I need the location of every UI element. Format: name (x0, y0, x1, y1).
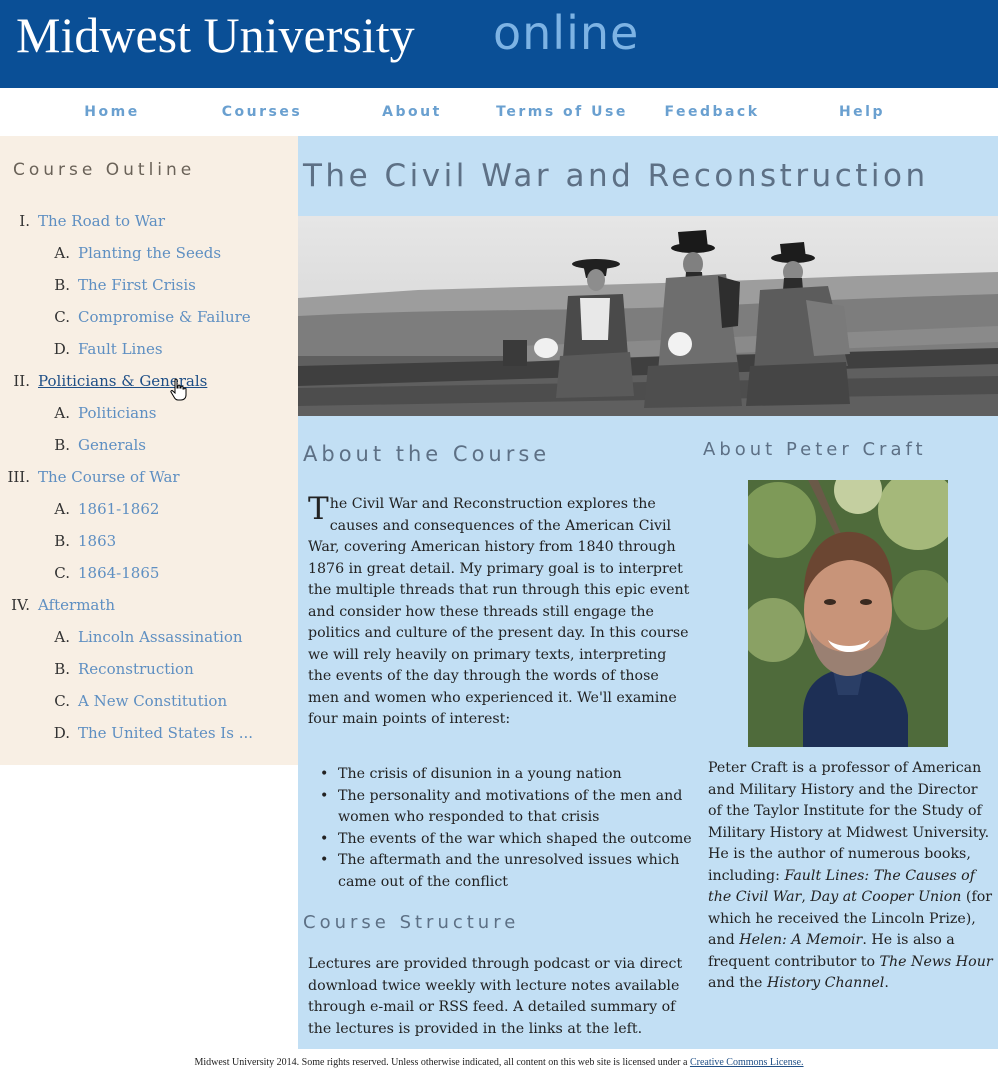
outline-item: C. Compromise & Failure (0, 308, 251, 332)
outline-link-1863[interactable]: 1863 (78, 532, 116, 550)
book-title: Helen: A Memoir (739, 932, 863, 948)
site-subtitle: online (493, 6, 640, 60)
site-header: Midwest University online (0, 0, 998, 88)
outline-link-compromise-failure[interactable]: Compromise & Failure (78, 308, 251, 326)
nav-feedback[interactable]: Feedback (637, 104, 787, 120)
course-outline-sidebar: Course Outline I. The Road to War A. Plant… (0, 136, 298, 765)
outline-letter: B. (54, 660, 70, 678)
author-portrait-photo (748, 480, 948, 747)
outline-item: D. Fault Lines (0, 340, 163, 364)
creative-commons-license-link[interactable]: Creative Commons License. (690, 1057, 804, 1068)
outline-item: B. 1863 (0, 532, 116, 556)
outline-link-politicians[interactable]: Politicians (78, 404, 156, 422)
course-structure-heading: Course Structure (303, 912, 520, 933)
nav-about[interactable]: About (337, 104, 487, 120)
outline-item: A. Lincoln Assassination (0, 628, 243, 652)
list-item: The aftermath and the unresolved issues … (320, 850, 700, 893)
course-description: The Civil War and Reconstruction explore… (308, 494, 692, 731)
main-nav: Home Courses About Terms of Use Feedback… (0, 88, 998, 136)
about-author-heading: About Peter Craft (703, 439, 927, 460)
outline-item: A. Politicians (0, 404, 156, 428)
outline-letter: A. (54, 244, 70, 262)
nav-home[interactable]: Home (37, 104, 187, 120)
course-structure-text: Lectures are provided through podcast or… (308, 956, 683, 1037)
outline-link-first-crisis[interactable]: The First Crisis (78, 276, 196, 294)
outline-letter: A. (54, 500, 70, 518)
list-item: The crisis of disunion in a young nation (320, 764, 700, 786)
outline-letter: D. (53, 724, 70, 742)
page-footer: Midwest University 2014. Some rights res… (0, 1057, 998, 1068)
footer-text: Midwest University 2014. Some rights res… (194, 1057, 690, 1068)
nav-help[interactable]: Help (787, 104, 937, 120)
drop-cap: T (308, 491, 329, 527)
bio-text: , (801, 889, 811, 905)
outline-letter: B. (54, 436, 70, 454)
outline-link-1861-1862[interactable]: 1861-1862 (78, 500, 159, 518)
list-item: The personality and motivations of the m… (320, 786, 700, 829)
main-content: The Civil War and Reconstruction About t… (298, 136, 998, 1049)
outline-item: B. Reconstruction (0, 660, 194, 684)
nav-terms-of-use[interactable]: Terms of Use (487, 104, 637, 120)
outline-link-road-to-war[interactable]: The Road to War (38, 212, 165, 230)
outline-link-aftermath[interactable]: Aftermath (38, 596, 115, 614)
outline-number: IV. (11, 596, 30, 614)
outline-link-planting-the-seeds[interactable]: Planting the Seeds (78, 244, 221, 262)
author-bio: Peter Craft is a professor of American a… (708, 758, 994, 995)
outline-item: D. The United States Is ... (0, 724, 253, 748)
show-title: History Channel (766, 975, 885, 991)
outline-link-1864-1865[interactable]: 1864-1865 (78, 564, 159, 582)
outline-item: C. A New Constitution (0, 692, 227, 716)
outline-number: III. (7, 468, 30, 486)
about-course-heading: About the Course (303, 442, 551, 466)
outline-letter: C. (54, 308, 70, 326)
outline-section: I. The Road to War (0, 212, 165, 236)
hand-pointer-cursor-icon (170, 378, 187, 401)
outline-link-new-constitution[interactable]: A New Constitution (78, 692, 227, 710)
outline-link-fault-lines[interactable]: Fault Lines (78, 340, 163, 358)
outline-title: Course Outline (13, 160, 196, 180)
outline-item: B. The First Crisis (0, 276, 196, 300)
list-item: The events of the war which shaped the o… (320, 829, 700, 851)
outline-link-course-of-war[interactable]: The Course of War (38, 468, 180, 486)
outline-letter: B. (54, 276, 70, 294)
outline-number: I. (19, 212, 30, 230)
outline-letter: B. (54, 532, 70, 550)
book-title: Day at Cooper Union (810, 889, 962, 905)
outline-letter: D. (53, 340, 70, 358)
outline-link-reconstruction[interactable]: Reconstruction (78, 660, 194, 678)
outline-letter: A. (54, 628, 70, 646)
outline-item: A. 1861-1862 (0, 500, 159, 524)
course-description-text: he Civil War and Reconstruction explores… (308, 496, 690, 727)
bio-text: . (884, 975, 889, 991)
nav-courses[interactable]: Courses (187, 104, 337, 120)
outline-item: A. Planting the Seeds (0, 244, 221, 268)
outline-letter: C. (54, 564, 70, 582)
page-title: The Civil War and Reconstruction (303, 158, 929, 194)
bio-text: Peter Craft is a professor of American a… (708, 760, 990, 884)
outline-letter: C. (54, 692, 70, 710)
outline-item: C. 1864-1865 (0, 564, 159, 588)
outline-link-generals[interactable]: Generals (78, 436, 146, 454)
civil-war-soldiers-photo (298, 216, 998, 416)
outline-link-united-states-is[interactable]: The United States Is ... (78, 724, 253, 742)
outline-section: IV. Aftermath (0, 596, 115, 620)
outline-letter: A. (54, 404, 70, 422)
outline-number: II. (13, 372, 30, 390)
outline-item: B. Generals (0, 436, 146, 460)
show-title: The News Hour (879, 953, 993, 970)
outline-section: III. The Course of War (0, 468, 180, 492)
site-name[interactable]: Midwest University (16, 6, 415, 64)
bio-text: and the (708, 975, 767, 991)
points-of-interest-list: The crisis of disunion in a young nation… (320, 764, 700, 893)
outline-link-lincoln-assassination[interactable]: Lincoln Assassination (78, 628, 243, 646)
